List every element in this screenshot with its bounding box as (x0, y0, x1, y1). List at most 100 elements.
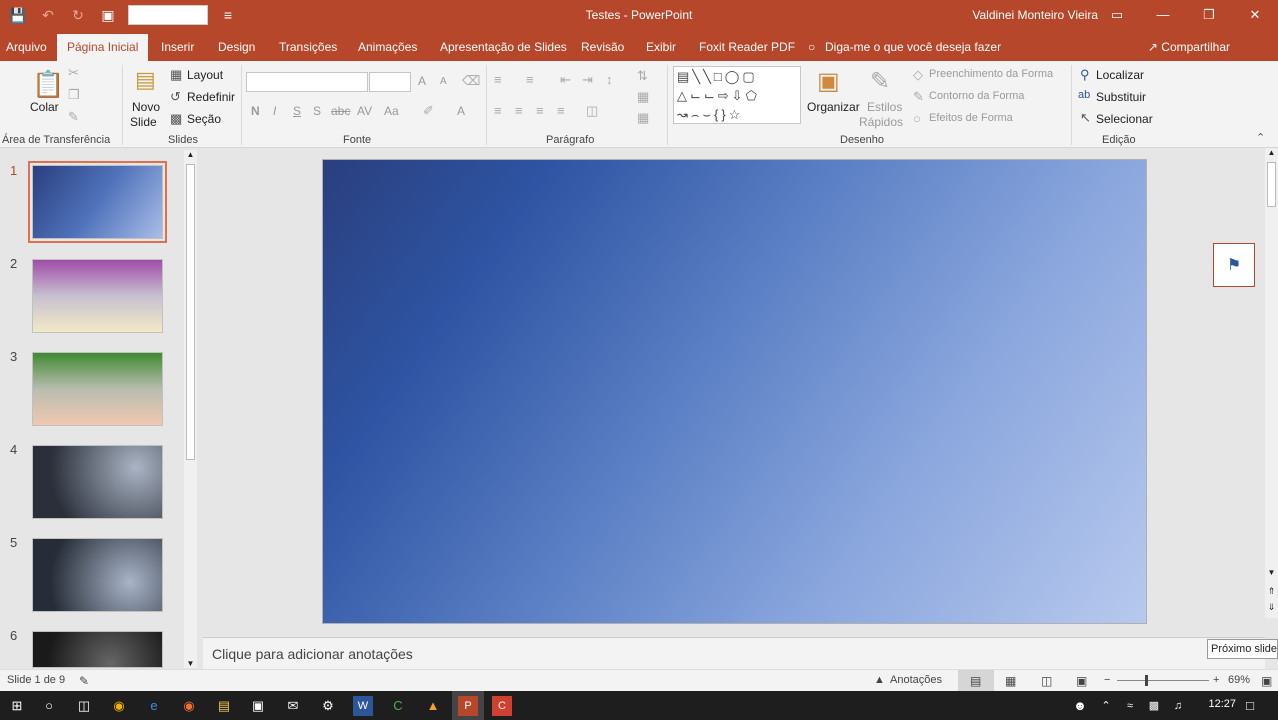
windows-start-icon[interactable]: ⊞ (7, 696, 27, 716)
new-slide-label-2[interactable]: Slide (130, 115, 157, 129)
paste-icon[interactable]: 📋 (32, 69, 64, 100)
camtasia-icon[interactable]: C (388, 696, 408, 716)
minimize-icon[interactable]: — (1140, 0, 1186, 30)
slide-thumbnail-1[interactable] (28, 161, 167, 243)
file-explorer-icon[interactable]: ▤ (214, 696, 234, 716)
slide-show-icon[interactable]: ▣ (1076, 674, 1087, 688)
slide-thumbnail-6[interactable] (32, 631, 163, 668)
tab-revisao[interactable]: Revisão (581, 40, 624, 54)
layout-button[interactable]: Layout (187, 68, 223, 82)
zoom-slider[interactable] (1117, 680, 1209, 681)
tab-inserir[interactable]: Inserir (161, 40, 194, 54)
decrease-indent-icon[interactable]: ⇤ (560, 72, 571, 88)
main-scrollbar[interactable]: ▲ ▼ ⇑ ⇓ (1265, 148, 1278, 618)
bullets-icon[interactable]: ≡ (494, 72, 502, 87)
format-painter-icon[interactable]: ✎ (68, 109, 79, 125)
bold-button[interactable]: N (251, 104, 260, 118)
find-button[interactable]: Localizar (1096, 68, 1144, 82)
scrollbar-thumb[interactable] (186, 164, 195, 460)
ribbon-display-options-icon[interactable]: ▭ (1094, 0, 1140, 30)
font-color-button[interactable]: A (457, 104, 465, 118)
paste-button[interactable]: Colar (30, 100, 59, 114)
quick-styles-label-1[interactable]: Estilos (867, 100, 902, 114)
numbering-icon[interactable]: ≡ (526, 72, 534, 87)
scrollbar-thumb[interactable] (1267, 162, 1276, 207)
align-text-icon[interactable]: ▦ (637, 89, 649, 105)
tab-pagina-inicial[interactable]: Página Inicial (57, 34, 149, 61)
collapse-ribbon-icon[interactable]: ⌃ (1256, 131, 1265, 144)
increase-indent-icon[interactable]: ⇥ (582, 72, 593, 88)
slide-thumbnail-5[interactable] (32, 538, 163, 612)
slide-sorter-icon[interactable]: ▦ (1005, 674, 1016, 688)
new-slide-icon[interactable]: ▤ (135, 67, 156, 93)
settings-gear-icon[interactable]: ⚙ (318, 696, 338, 716)
quick-styles-label-2[interactable]: Rápidos (859, 115, 903, 129)
tab-design[interactable]: Design (218, 40, 255, 54)
firefox-icon[interactable]: ◉ (179, 696, 199, 716)
next-slide-icon[interactable]: ⇓ (1265, 602, 1278, 613)
current-slide[interactable] (322, 159, 1147, 624)
font-name-combo[interactable] (246, 72, 368, 92)
user-name[interactable]: Valdinei Monteiro Vieira (972, 8, 1098, 22)
shrink-font-button[interactable]: A (440, 76, 447, 87)
zoom-level[interactable]: 69% (1228, 674, 1250, 686)
vlc-icon[interactable]: ▲ (423, 696, 443, 716)
grow-font-button[interactable]: A (418, 74, 426, 88)
system-clock[interactable]: 12:27 (1208, 698, 1236, 710)
select-button[interactable]: Selecionar (1096, 112, 1153, 126)
copy-icon[interactable]: ❐ (68, 87, 80, 103)
columns-icon[interactable]: ◫ (586, 103, 598, 119)
recorder-icon[interactable]: C (492, 696, 512, 716)
edge-icon[interactable]: e (144, 696, 164, 716)
powerpoint-icon[interactable]: P (458, 696, 478, 716)
shape-effects-button[interactable]: Efeitos de Forma (929, 112, 1013, 124)
chrome-icon[interactable]: ◉ (109, 696, 129, 716)
section-button[interactable]: Seção (187, 112, 221, 126)
tab-apresentacao[interactable]: Apresentação de Slides (440, 40, 567, 54)
new-slide-label-1[interactable]: Novo (132, 100, 160, 114)
arrange-button[interactable]: Organizar (807, 100, 860, 114)
tell-me-search[interactable]: Diga-me o que você deseja fazer (825, 40, 1001, 54)
clear-formatting-icon[interactable]: ⌫ (462, 73, 480, 89)
text-direction-icon[interactable]: ⇅ (637, 68, 648, 84)
reset-button[interactable]: Redefinir (187, 90, 235, 104)
store-icon[interactable]: ▣ (248, 696, 268, 716)
underline-button[interactable]: S (293, 104, 301, 118)
action-center-icon[interactable]: □ (1240, 696, 1260, 716)
char-spacing-button[interactable]: AV (357, 104, 372, 118)
italic-button[interactable]: I (273, 104, 276, 118)
scroll-up-icon[interactable]: ▲ (184, 150, 197, 159)
tab-arquivo[interactable]: Arquivo (6, 40, 47, 54)
shape-fill-button[interactable]: Preenchimento da Forma (929, 68, 1053, 80)
align-center-icon[interactable]: ≡ (515, 103, 523, 118)
align-left-icon[interactable]: ≡ (494, 103, 502, 118)
tab-exibir[interactable]: Exibir (646, 40, 676, 54)
proofing-icon[interactable]: ✎ (79, 674, 89, 688)
zoom-in-icon[interactable]: + (1213, 674, 1219, 686)
change-case-button[interactable]: Aa (384, 104, 399, 118)
tab-transicoes[interactable]: Transições (279, 40, 337, 54)
scroll-down-icon[interactable]: ▼ (184, 659, 197, 668)
shape-outline-button[interactable]: Contorno da Forma (929, 90, 1024, 102)
zoom-slider-knob[interactable] (1145, 675, 1148, 686)
fit-to-window-icon[interactable]: ▣ (1261, 674, 1272, 688)
task-view-icon[interactable]: ◫ (74, 696, 94, 716)
align-right-icon[interactable]: ≡ (536, 103, 544, 118)
notes-toggle-button[interactable]: Anotações (890, 674, 942, 686)
shadow-button[interactable]: S (313, 104, 321, 118)
tab-animacoes[interactable]: Animações (358, 40, 417, 54)
previous-slide-icon[interactable]: ⇑ (1265, 586, 1278, 597)
people-icon[interactable]: ☻ (1070, 696, 1090, 716)
reading-view-icon[interactable]: ◫ (1041, 674, 1052, 688)
quick-styles-icon[interactable]: ✎ (870, 67, 890, 96)
volume-icon[interactable]: ♫ (1168, 696, 1188, 716)
restore-icon[interactable]: ❐ (1186, 0, 1232, 30)
battery-icon[interactable]: ▩ (1144, 696, 1164, 716)
scroll-up-icon[interactable]: ▲ (1265, 148, 1278, 157)
justify-icon[interactable]: ≡ (557, 103, 565, 118)
share-button[interactable]: ↗ Compartilhar (1148, 40, 1230, 54)
normal-view-icon[interactable]: ▤ (970, 674, 981, 688)
slide-thumbnail-3[interactable] (32, 352, 163, 426)
line-spacing-icon[interactable]: ↕ (606, 72, 613, 87)
mail-icon[interactable]: ✉ (283, 696, 303, 716)
